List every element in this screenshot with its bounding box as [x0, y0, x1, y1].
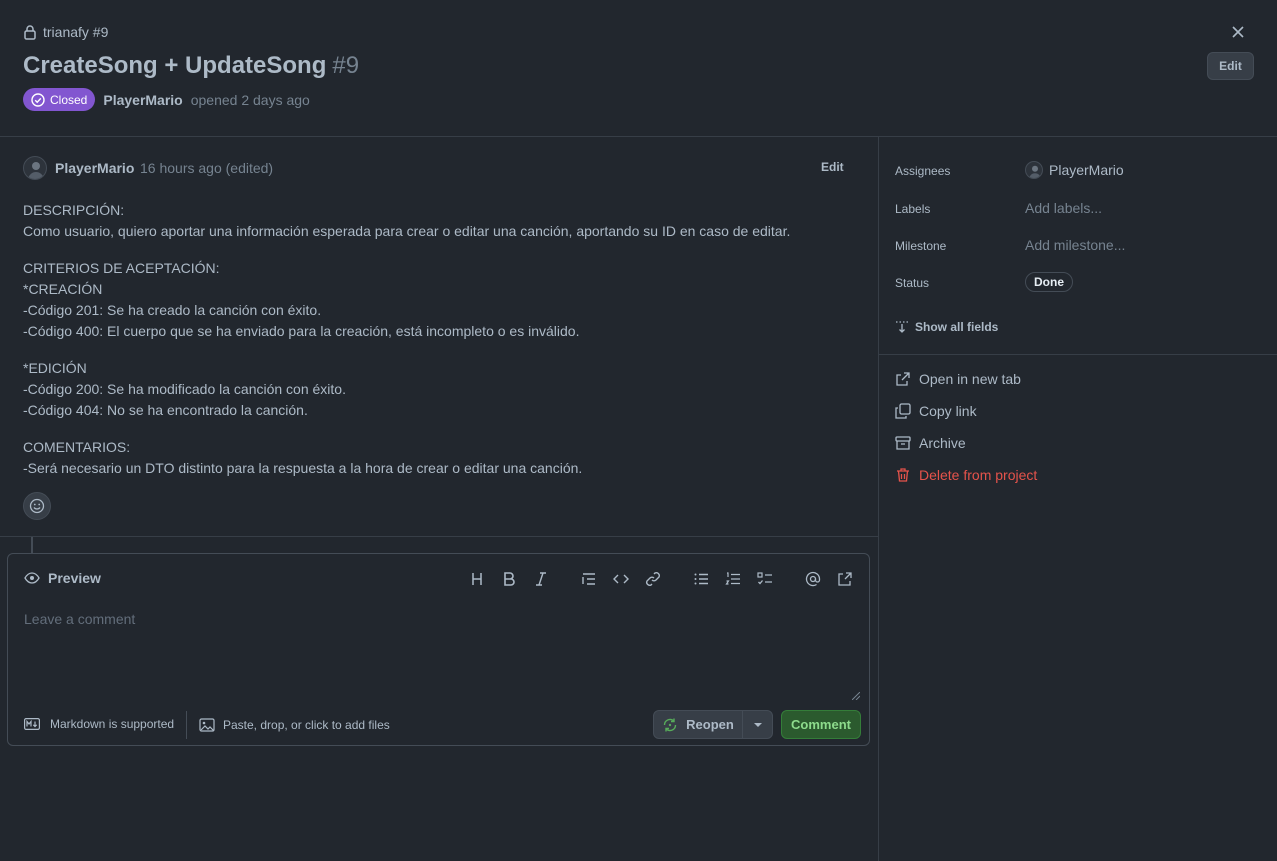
heading-icon[interactable] [467, 569, 487, 589]
markdown-support-link[interactable]: Markdown is supported [24, 717, 174, 731]
reopen-options-button[interactable] [743, 711, 772, 738]
chevron-down-icon [753, 722, 763, 728]
issue-number: #9 [332, 52, 360, 79]
body-line: *EDICIÓN [23, 360, 87, 376]
sidebar-section-divider [879, 354, 1277, 355]
milestone-label: Milestone [895, 239, 947, 253]
delete-action[interactable]: Delete from project [895, 467, 1037, 483]
reopen-button[interactable]: Reopen [654, 711, 743, 738]
repo-reference[interactable]: trianafy #9 [23, 24, 108, 40]
add-reaction-button[interactable] [23, 492, 51, 520]
labels-label: Labels [895, 202, 931, 216]
repo-label: trianafy #9 [43, 24, 109, 40]
lock-icon [23, 24, 37, 40]
reopen-button-group: Reopen [653, 710, 773, 739]
labels-value[interactable]: Add labels... [1025, 200, 1102, 216]
body-line: *CREACIÓN [23, 281, 103, 297]
timeline-connector [31, 537, 33, 553]
status-badge-label: Closed [50, 92, 88, 107]
issue-author[interactable]: PlayerMario [103, 92, 182, 108]
add-files-label: Paste, drop, or click to add files [223, 718, 390, 732]
code-icon[interactable] [611, 569, 631, 589]
body-line: -Código 200: Se ha modificado la canción… [23, 381, 346, 397]
reopen-icon [662, 717, 678, 733]
body-line: DESCRIPCIÓN: [23, 202, 125, 218]
status-pill: Done [1025, 272, 1073, 292]
reference-icon[interactable] [835, 569, 855, 589]
issue-meta: Closed PlayerMario opened 2 days ago [23, 88, 310, 111]
copy-link-label: Copy link [919, 403, 977, 419]
opened-text: opened 2 days ago [190, 91, 310, 108]
body-line: -Código 400: El cuerpo que se ha enviado… [23, 323, 580, 339]
copy-link-action[interactable]: Copy link [895, 403, 977, 419]
comment-textarea[interactable]: Leave a comment [24, 611, 135, 627]
close-icon[interactable] [1228, 22, 1248, 42]
body-line: CRITERIOS DE ACEPTACIÓN: [23, 260, 220, 276]
archive-label: Archive [919, 435, 966, 451]
sidebar-divider [878, 137, 879, 861]
assignee-value[interactable]: PlayerMario [1025, 161, 1124, 179]
avatar[interactable] [23, 156, 47, 180]
smiley-icon [29, 498, 45, 514]
status-label: Status [895, 276, 930, 290]
unordered-list-icon[interactable] [691, 569, 711, 589]
eye-icon [24, 570, 40, 586]
status-badge: Closed [23, 88, 96, 111]
avatar [1025, 161, 1043, 179]
resize-handle-icon[interactable] [852, 692, 860, 700]
check-circle-icon [31, 92, 45, 107]
add-files-link[interactable]: Paste, drop, or click to add files [199, 717, 390, 733]
body-line: Como usuario, quiero aportar una informa… [23, 223, 791, 239]
archive-icon [895, 435, 911, 451]
delete-label: Delete from project [919, 467, 1038, 483]
markdown-label: Markdown is supported [50, 717, 175, 731]
open-new-tab-label: Open in new tab [919, 371, 1021, 387]
body-line: -Será necesario un DTO distinto para la … [23, 460, 583, 476]
tab-preview[interactable]: Preview [24, 570, 101, 586]
task-list-icon[interactable] [755, 569, 775, 589]
issue-title: CreateSong + UpdateSong #9 [23, 52, 359, 80]
assignee-name: PlayerMario [1049, 162, 1124, 178]
comment-submit-button[interactable]: Comment [781, 710, 861, 739]
body-line: COMENTARIOS: [23, 439, 131, 455]
trash-icon [895, 467, 911, 483]
markdown-icon [24, 718, 40, 730]
tab-preview-label: Preview [48, 570, 101, 586]
milestone-value[interactable]: Add milestone... [1025, 237, 1125, 253]
quote-icon[interactable] [579, 569, 599, 589]
header-divider [0, 136, 1277, 137]
external-link-icon [895, 371, 911, 387]
comment-divider [0, 536, 878, 537]
issue-title-text: CreateSong + UpdateSong [23, 52, 327, 79]
ordered-list-icon[interactable] [723, 569, 743, 589]
copy-icon [895, 403, 911, 419]
edit-title-button[interactable]: Edit [1207, 52, 1254, 80]
open-new-tab-action[interactable]: Open in new tab [895, 371, 1021, 387]
comment-body: DESCRIPCIÓN: Como usuario, quiero aporta… [23, 200, 863, 479]
link-icon[interactable] [643, 569, 663, 589]
mention-icon[interactable] [803, 569, 823, 589]
bold-icon[interactable] [499, 569, 519, 589]
body-line: -Código 201: Se ha creado la canción con… [23, 302, 322, 318]
show-all-fields-button[interactable]: Show all fields [895, 320, 998, 334]
show-all-label: Show all fields [915, 320, 999, 334]
comment-edit-button[interactable]: Edit [821, 160, 844, 174]
archive-action[interactable]: Archive [895, 435, 966, 451]
fold-down-icon [895, 320, 909, 334]
comment-author[interactable]: PlayerMario [55, 160, 134, 176]
assignees-label: Assignees [895, 164, 951, 178]
status-field[interactable]: Done [1025, 272, 1073, 292]
footer-separator [186, 711, 187, 739]
italic-icon[interactable] [531, 569, 551, 589]
reopen-label: Reopen [686, 717, 734, 732]
image-icon [199, 717, 215, 733]
comment-timestamp[interactable]: 16 hours ago (edited) [140, 160, 273, 176]
body-line: -Código 404: No se ha encontrado la canc… [23, 402, 308, 418]
